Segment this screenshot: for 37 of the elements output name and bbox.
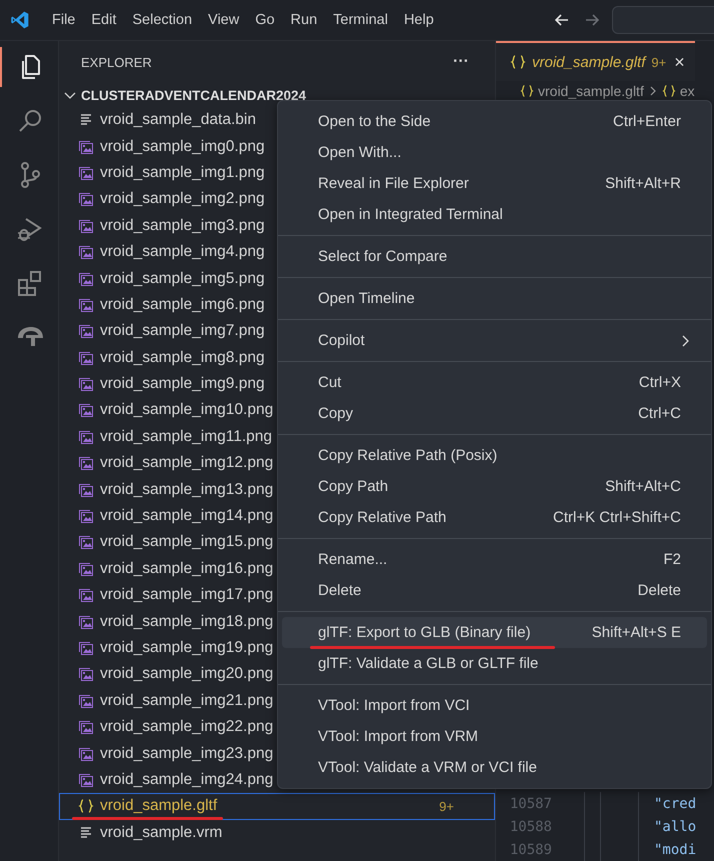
code-text: "allo: [654, 818, 696, 834]
menu-item-label: VTool: Import from VCI: [318, 697, 470, 714]
menu-item-label: Rename...: [318, 551, 388, 568]
menu-item-label: Delete: [318, 582, 362, 599]
sidebar-title: EXPLORER: [81, 54, 152, 70]
menu-item-label: VTool: Validate a VRM or VCI file: [318, 759, 537, 776]
line-number: 10588: [508, 818, 552, 834]
line-number: 10589: [508, 842, 552, 858]
shortcut-text: Delete: [638, 582, 681, 599]
code-text: "modi: [654, 842, 696, 858]
menu-item-label: glTF: Validate a GLB or GLTF file: [318, 655, 538, 672]
shortcut-text: Ctrl+C: [638, 405, 681, 422]
menu-item-label: Copy Path: [318, 478, 388, 495]
menu-item-label: Open Timeline: [318, 290, 415, 307]
menu-item-label: glTF: Export to GLB (Binary file): [318, 624, 531, 641]
shortcut-text: Ctrl+Enter: [613, 113, 681, 130]
code-text: "cred: [654, 796, 696, 812]
menu-item-label: Copy Relative Path: [318, 509, 446, 526]
menu-item-label: Open in Integrated Terminal: [318, 206, 503, 223]
menu-item-label: Copilot: [318, 332, 365, 349]
menu-item-label: Open to the Side: [318, 113, 431, 130]
shortcut-text: Ctrl+K Ctrl+Shift+C: [553, 509, 681, 526]
shortcut-text: Shift+Alt+S E: [592, 624, 681, 641]
problem-count: 9+: [439, 798, 454, 814]
menu-item-label: Select for Compare: [318, 248, 448, 265]
shortcut-text: Ctrl+X: [638, 374, 681, 391]
menu-item-label: Open With...: [318, 144, 402, 161]
menu-item-label: Reveal in File Explorer: [318, 175, 469, 192]
menu-item-label: Cut: [318, 374, 342, 391]
menu-item-label: Copy: [318, 405, 354, 422]
line-number: 10587: [508, 796, 552, 812]
shortcut-text: Shift+Alt+C: [605, 478, 681, 495]
shortcut-text: Shift+Alt+R: [605, 175, 681, 192]
menu-item-label: Copy Relative Path (Posix): [318, 447, 498, 464]
problem-count: 9+: [651, 54, 666, 70]
shortcut-text: F2: [663, 551, 681, 568]
menu-item-label: VTool: Import from VRM: [318, 728, 478, 745]
